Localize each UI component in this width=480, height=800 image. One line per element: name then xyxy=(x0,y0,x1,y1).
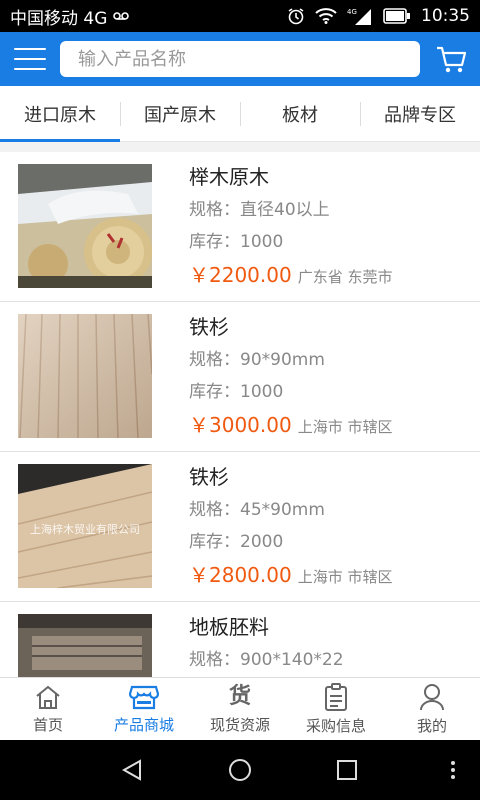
product-price: ￥2800.00 xyxy=(189,563,292,587)
goods-icon: 货 xyxy=(228,683,251,709)
product-item[interactable]: 榉木原木 规格：直径40以上 库存：1000 ￥2200.00 广东省 东莞市 xyxy=(0,152,480,302)
menu-icon[interactable] xyxy=(12,44,48,74)
product-image-lumber: 上海梓木贸业有限公司 xyxy=(18,464,152,588)
wifi-icon xyxy=(315,8,337,24)
home-icon xyxy=(34,684,62,710)
product-location: 广东省 东莞市 xyxy=(297,268,393,286)
product-name: 地板胚料 xyxy=(189,615,269,639)
product-spec: 规格：直径40以上 xyxy=(189,200,330,220)
nav-mine[interactable]: 我的 xyxy=(384,678,480,740)
product-list: 榉木原木 规格：直径40以上 库存：1000 ￥2200.00 广东省 东莞市 xyxy=(0,152,480,677)
product-image-lumber xyxy=(18,314,152,438)
product-location: 上海市 市辖区 xyxy=(297,418,393,436)
home-circle-icon[interactable] xyxy=(228,758,252,786)
product-price: ￥3000.00 xyxy=(189,413,292,437)
product-spec: 规格：90*90mm xyxy=(189,350,325,370)
nav-purchase-info[interactable]: 采购信息 xyxy=(288,678,384,740)
category-tabs: 进口原木 国产原木 板材 品牌专区 xyxy=(0,86,480,142)
product-location: 上海市 市辖区 xyxy=(297,568,393,586)
product-stock: 库存：2000 xyxy=(189,532,284,552)
bottom-nav: 首页 产品商城 货 现货资源 采购信息 我的 xyxy=(0,677,480,740)
tab-brand-zone[interactable]: 品牌专区 xyxy=(360,86,480,141)
product-spec: 规格：45*90mm xyxy=(189,500,325,520)
product-item[interactable]: 上海梓木贸业有限公司 铁杉 规格：45*90mm 库存：2000 ￥2800.0… xyxy=(0,452,480,602)
voicemail-icon xyxy=(113,11,130,21)
signal-icon: 4G xyxy=(347,7,373,25)
product-stock: 库存：1000 xyxy=(189,232,284,252)
network-4g-label: 4G xyxy=(347,8,357,16)
product-image-floor-blanks xyxy=(18,614,152,677)
product-price: ￥2200.00 xyxy=(189,263,292,287)
back-icon[interactable] xyxy=(120,758,144,786)
search-input[interactable] xyxy=(60,41,420,77)
nav-label: 我的 xyxy=(416,716,447,735)
nav-spot-goods[interactable]: 货 现货资源 xyxy=(192,678,288,740)
nav-label: 产品商城 xyxy=(113,715,174,734)
nav-label: 首页 xyxy=(32,715,63,734)
tab-domestic-logs[interactable]: 国产原木 xyxy=(120,86,240,141)
nav-product-mall[interactable]: 产品商城 xyxy=(96,678,192,740)
product-name: 铁杉 xyxy=(189,315,229,339)
cart-icon[interactable] xyxy=(434,42,468,76)
tab-imported-logs[interactable]: 进口原木 xyxy=(0,86,120,142)
clipboard-icon xyxy=(324,682,348,711)
app-bar xyxy=(0,32,480,86)
store-icon xyxy=(129,684,159,710)
product-image-log-pile xyxy=(18,164,152,288)
carrier-label: 中国移动 4G xyxy=(10,8,108,29)
status-bar: 中国移动 4G 4G 10:35 xyxy=(0,0,480,32)
nav-label: 采购信息 xyxy=(305,716,366,735)
person-icon xyxy=(419,683,445,711)
alarm-icon xyxy=(287,7,305,25)
section-divider xyxy=(0,142,480,152)
product-item[interactable]: 铁杉 规格：90*90mm 库存：1000 ￥3000.00 上海市 市辖区 xyxy=(0,302,480,452)
recents-icon[interactable] xyxy=(336,759,358,785)
system-nav-bar xyxy=(0,740,480,800)
nav-home[interactable]: 首页 xyxy=(0,678,96,740)
image-watermark: 上海梓木贸业有限公司 xyxy=(30,522,140,536)
product-spec: 规格：900*140*22 xyxy=(189,650,344,670)
nav-label: 现货资源 xyxy=(209,715,270,734)
product-name: 铁杉 xyxy=(189,465,229,489)
tab-boards[interactable]: 板材 xyxy=(240,86,360,141)
product-name: 榉木原木 xyxy=(189,165,269,189)
clock-time: 10:35 xyxy=(421,6,470,26)
battery-icon xyxy=(383,8,411,24)
more-options-icon[interactable] xyxy=(450,760,456,784)
product-item[interactable]: 地板胚料 规格：900*140*22 xyxy=(0,602,480,677)
product-stock: 库存：1000 xyxy=(189,382,284,402)
